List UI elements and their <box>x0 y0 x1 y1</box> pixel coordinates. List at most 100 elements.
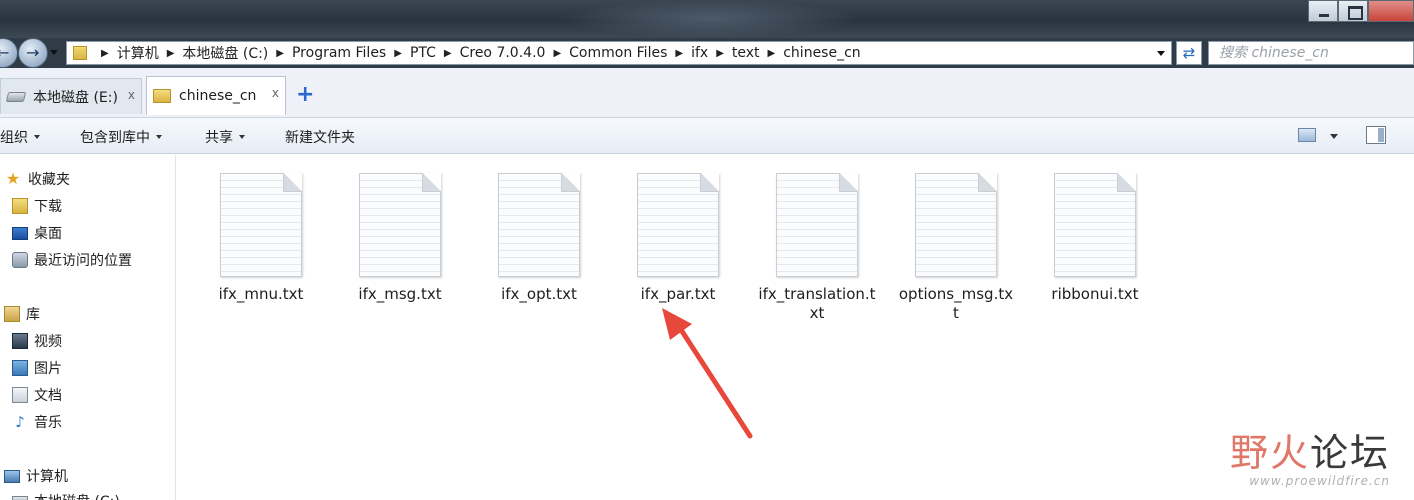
new-folder-label: 新建文件夹 <box>285 130 355 146</box>
breadcrumb-chevron-icon[interactable]: ▶ <box>553 48 561 59</box>
tab-close-icon[interactable]: x <box>272 86 279 100</box>
drive-icon <box>5 91 27 102</box>
watermark-url: www.proewildfire.cn <box>1249 474 1390 488</box>
sidebar-item-videos[interactable]: 视频 <box>12 331 62 351</box>
desktop-icon <box>12 226 28 240</box>
tab-label: chinese_cn <box>179 88 257 104</box>
sidebar-item-downloads[interactable]: 下载 <box>12 196 62 216</box>
videos-icon <box>12 333 28 349</box>
new-tab-button[interactable]: + <box>296 84 314 106</box>
tab-close-icon[interactable]: x <box>128 88 135 102</box>
sidebar-item-libraries[interactable]: 库 <box>4 304 40 324</box>
file-item[interactable]: options_msg.txt <box>897 173 1015 323</box>
breadcrumb-chevron-icon[interactable]: ▶ <box>394 48 402 59</box>
recent-pages-dropdown-icon[interactable] <box>50 50 58 55</box>
folder-icon <box>153 89 171 103</box>
annotation-arrow-icon <box>662 308 753 439</box>
sidebar-item-desktop[interactable]: 桌面 <box>12 223 62 243</box>
organize-label: 组织 <box>0 130 28 146</box>
breadcrumb-chevron-icon[interactable]: ▶ <box>716 48 724 59</box>
maximize-icon[interactable] <box>1338 0 1368 22</box>
include-in-library-button[interactable]: 包含到库中 <box>80 127 162 147</box>
tab-local-disk-e[interactable]: 本地磁盘 (E:) x <box>0 78 142 114</box>
text-file-icon <box>637 173 719 277</box>
sidebar-item-label: 视频 <box>34 334 62 350</box>
sidebar-item-label: 最近访问的位置 <box>34 253 132 269</box>
breadcrumb-item[interactable]: Program Files <box>292 45 386 61</box>
breadcrumb-chevron-icon[interactable]: ▶ <box>276 48 284 59</box>
file-item[interactable]: ribbonui.txt <box>1036 173 1154 304</box>
breadcrumb-item[interactable]: Common Files <box>569 45 667 61</box>
forward-arrow-icon: → <box>26 43 40 62</box>
breadcrumb-chevron-icon[interactable]: ▶ <box>444 48 452 59</box>
documents-icon <box>12 387 28 403</box>
sidebar-section-title: 库 <box>26 307 40 323</box>
breadcrumb-chevron-icon[interactable]: ▶ <box>101 48 109 59</box>
computer-icon <box>4 469 20 483</box>
search-input[interactable]: 搜索 chinese_cn <box>1208 41 1414 65</box>
text-file-icon <box>776 173 858 277</box>
drive-icon <box>12 496 28 500</box>
breadcrumb-item[interactable]: text <box>732 45 760 61</box>
breadcrumb-item[interactable]: PTC <box>410 45 436 61</box>
watermark-title-part2: 论坛 <box>1309 431 1390 475</box>
music-icon: ♪ <box>15 413 25 431</box>
file-item[interactable]: ifx_msg.txt <box>341 173 459 304</box>
sidebar-item-local-disk-c[interactable]: 本地磁盘 (C:) <box>12 491 120 500</box>
share-button[interactable]: 共享 <box>205 127 245 147</box>
view-options-dropdown-icon[interactable] <box>1330 134 1338 139</box>
breadcrumb-chevron-icon[interactable]: ▶ <box>768 48 776 59</box>
sidebar-item-documents[interactable]: 文档 <box>12 385 62 405</box>
minimize-icon[interactable] <box>1308 0 1338 22</box>
text-file-icon <box>220 173 302 277</box>
file-name: options_msg.txt <box>898 285 1014 322</box>
recent-places-icon <box>12 252 28 268</box>
back-button[interactable]: ← <box>0 38 18 68</box>
tab-chinese-cn[interactable]: chinese_cn x <box>146 76 286 115</box>
breadcrumb-chevron-icon[interactable]: ▶ <box>167 48 175 59</box>
address-history-dropdown-icon[interactable] <box>1157 51 1165 56</box>
tab-bar: 本地磁盘 (E:) x chinese_cn x + <box>0 68 1414 118</box>
breadcrumb-item[interactable]: 本地磁盘 (C:) <box>182 43 268 63</box>
breadcrumb-item[interactable]: 计算机 <box>117 43 159 63</box>
command-bar: 组织 包含到库中 共享 新建文件夹 <box>0 118 1414 154</box>
libraries-icon <box>4 306 20 322</box>
file-item[interactable]: ifx_mnu.txt <box>202 173 320 304</box>
close-icon[interactable] <box>1368 0 1414 22</box>
file-name: ribbonui.txt <box>1051 285 1139 303</box>
sidebar-item-favorites[interactable]: ★ 收藏夹 <box>4 169 70 189</box>
navigation-pane: ★ 收藏夹 下载 桌面 最近访问的位置 库 视频 图片 文档 ♪ 音乐 计算机 … <box>0 155 176 500</box>
back-arrow-icon: ← <box>0 43 10 62</box>
sidebar-section-title: 收藏夹 <box>28 172 70 188</box>
breadcrumb-item[interactable]: Creo 7.0.4.0 <box>460 45 546 61</box>
refresh-icon: ⇄ <box>1182 44 1196 62</box>
address-bar[interactable]: ▶ 计算机 ▶ 本地磁盘 (C:) ▶ Program Files ▶ PTC … <box>66 41 1172 65</box>
tab-label: 本地磁盘 (E:) <box>33 89 118 106</box>
sidebar-item-label: 本地磁盘 (C:) <box>34 491 120 500</box>
new-folder-button[interactable]: 新建文件夹 <box>285 127 355 147</box>
sidebar-item-label: 桌面 <box>34 226 62 242</box>
preview-pane-icon[interactable] <box>1366 126 1386 144</box>
sidebar-item-computer[interactable]: 计算机 <box>4 466 68 486</box>
sidebar-item-recent-places[interactable]: 最近访问的位置 <box>12 250 132 270</box>
chevron-down-icon <box>239 135 245 139</box>
file-item[interactable]: ifx_par.txt <box>619 173 737 304</box>
breadcrumb-item-current[interactable]: chinese_cn <box>783 45 860 61</box>
forward-button[interactable]: → <box>18 38 48 68</box>
sidebar-item-music[interactable]: ♪ 音乐 <box>12 412 62 432</box>
breadcrumb-item[interactable]: ifx <box>691 45 708 61</box>
text-file-icon <box>915 173 997 277</box>
file-item[interactable]: ifx_opt.txt <box>480 173 598 304</box>
organize-button[interactable]: 组织 <box>0 127 40 147</box>
include-in-library-label: 包含到库中 <box>80 130 150 146</box>
watermark: 野火论坛 www.proewildfire.cn <box>1230 432 1390 488</box>
refresh-button[interactable]: ⇄ <box>1176 41 1202 65</box>
breadcrumb-chevron-icon[interactable]: ▶ <box>675 48 683 59</box>
title-bar <box>0 0 1414 38</box>
change-view-icon[interactable] <box>1298 128 1316 142</box>
sidebar-item-pictures[interactable]: 图片 <box>12 358 62 378</box>
watermark-title-part1: 野火 <box>1229 431 1310 475</box>
watermark-title: 野火论坛 <box>1230 432 1390 474</box>
sidebar-section-title: 计算机 <box>26 469 68 485</box>
file-name: ifx_msg.txt <box>358 285 442 303</box>
